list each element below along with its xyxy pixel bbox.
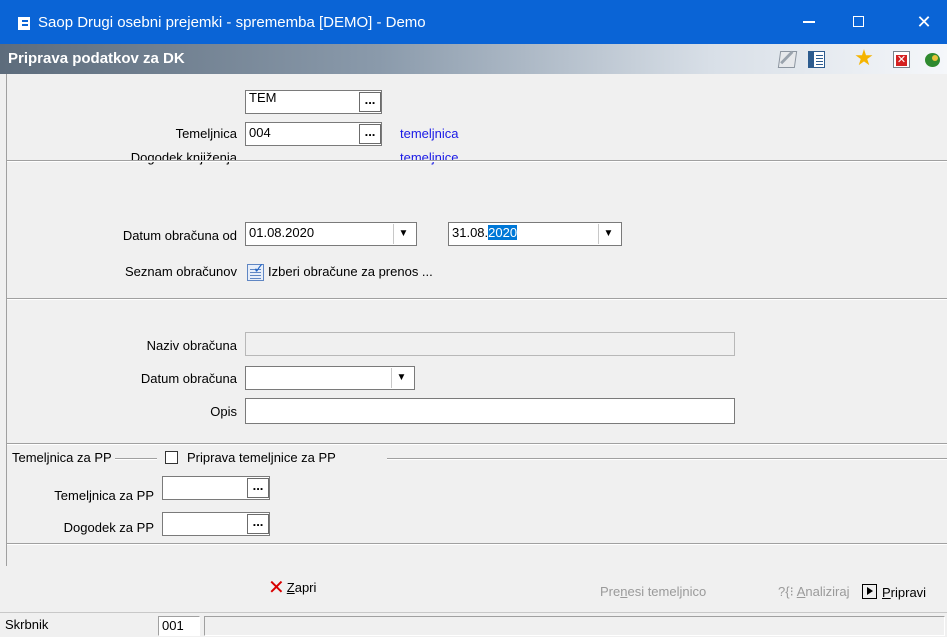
separator [7,443,947,445]
delete-icon[interactable] [893,51,910,68]
separator [7,160,947,162]
table-settings-icon[interactable] [808,51,825,68]
maximize-icon [852,16,864,28]
priprava-pp-label[interactable]: Priprava temeljnice za PP [187,450,342,465]
datum-od-field[interactable]: 01.08.2020 [245,222,417,246]
pripravi-label: ripravi [890,585,927,600]
edit-icon[interactable] [777,51,798,68]
dogodek-pp-label: Dogodek za PP [63,520,154,535]
datum-do-year-selection: 2020 [488,225,518,240]
opis-field[interactable] [245,398,735,424]
window-titlebar: Saop Drugi osebni prejemki - sprememba [… [0,0,947,44]
datum-obracuna-dropdown-icon[interactable]: ▼ [391,368,411,388]
select-list-icon[interactable] [247,260,265,281]
datum-do-dropdown-icon[interactable]: ▼ [598,224,618,244]
window-title: Saop Drugi osebni prejemki - sprememba [… [38,14,426,31]
status-label: Skrbnik [2,616,154,636]
play-icon [862,584,877,599]
seznam-label: Seznam obračunov [124,264,237,279]
prenesi-label: esi temeljnico [627,584,707,599]
priprava-pp-checkbox[interactable] [165,451,178,464]
dogodek-lookup-button[interactable]: ... [359,124,381,144]
app-icon [12,17,30,30]
close-window-button[interactable]: ✕ [906,8,942,36]
naziv-field [245,332,735,356]
maximize-button[interactable] [840,8,876,36]
pp-group-label: Temeljnica za PP [9,450,115,465]
datum-obracuna-field[interactable] [245,366,415,390]
favorite-star-icon[interactable]: ★ [853,47,875,69]
zapri-button[interactable]: ✕ Zapri [268,577,317,599]
temeljnica-lookup-button[interactable]: ... [359,92,381,112]
datum-od-label: Datum obračuna od [122,228,237,243]
dogodek-value: 004 [249,125,271,140]
group-box-line [387,458,947,460]
pripravi-label-accel: P [882,585,891,600]
zapri-label-accel: Z [286,580,295,595]
separator [7,298,947,300]
status-bar: Skrbnik 001 [0,612,947,637]
temeljnica-description: temeljnica [400,126,459,141]
analyze-icon: ?{⁝ [778,584,794,599]
status-value: 001 [158,616,200,636]
temeljnica-pp-lookup-button[interactable]: ... [247,478,269,498]
form-header: Priprava podatkov za DK ★ [0,44,947,74]
dogodek-description: temeljnice [400,150,459,165]
dogodek-pp-lookup-button[interactable]: ... [247,514,269,534]
analiziraj-label: naliziraj [805,584,850,599]
dogodek-label: Dogodek knjiženja [130,150,237,165]
datum-od-dropdown-icon[interactable]: ▼ [393,224,413,244]
prenesi-label-pre: Pre [600,584,621,599]
separator [7,543,947,545]
form-title: Priprava podatkov za DK [8,50,185,67]
opis-label: Opis [210,404,237,419]
form-content: Temeljnica TEM ... temeljnica Dogodek kn… [6,74,947,566]
izberi-obracune-link[interactable]: Izberi obračune za prenos ... [268,264,433,279]
prenesi-temeljnico-button[interactable]: Prenesi temeljnico [600,584,706,599]
datum-do-field[interactable]: 31.08.2020 [448,222,622,246]
minimize-button[interactable] [791,8,827,36]
temeljnica-pp-label: Temeljnica za PP [54,488,154,503]
zapri-label: apri [294,580,317,595]
minimize-icon [803,21,815,23]
datum-obracuna-label: Datum obračuna [140,371,237,386]
close-icon: ✕ [268,577,285,599]
datum-od-value: 01.08.2020 [249,225,315,240]
exit-icon[interactable] [924,51,941,68]
naziv-label: Naziv obračuna [146,338,237,353]
pripravi-button[interactable]: Pripravi [862,584,926,600]
temeljnica-value: TEM [249,90,277,105]
status-extra [204,616,945,636]
datum-do-value: 31.08. [452,225,489,240]
temeljnica-label: Temeljnica [175,126,237,141]
analiziraj-button[interactable]: ?{⁝ Analiziraj [778,584,849,600]
